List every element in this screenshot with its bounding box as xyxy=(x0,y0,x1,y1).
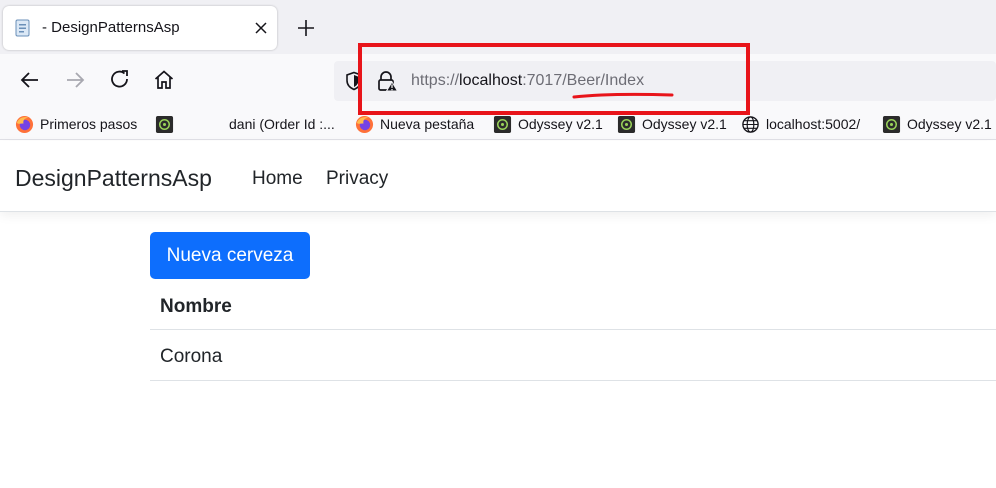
site-navbar: DesignPatternsAsp Home Privacy xyxy=(0,141,996,212)
bookmark-label: Odyssey v2.1 xyxy=(518,116,603,132)
site-brand[interactable]: DesignPatternsAsp xyxy=(15,165,212,192)
firefox-icon xyxy=(15,115,34,133)
home-icon[interactable] xyxy=(152,68,176,92)
globe-icon xyxy=(742,115,759,133)
odyssey-icon xyxy=(617,115,636,133)
bookmark-label: dani (Order Id :... xyxy=(229,116,335,132)
bookmark-label: localhost:5002/ xyxy=(766,116,861,132)
column-header-nombre: Nombre xyxy=(160,296,232,317)
annotation-box xyxy=(358,43,750,115)
bookmark-label: Primeros pasos xyxy=(40,116,138,132)
tab-title: - DesignPatternsAsp xyxy=(42,19,180,36)
firefox-icon xyxy=(355,115,374,133)
forward-arrow-icon[interactable] xyxy=(63,68,87,92)
odyssey-icon xyxy=(882,115,901,133)
new-tab-icon[interactable] xyxy=(294,16,318,40)
odyssey-icon xyxy=(493,115,512,133)
bookmark-label: Odyssey v2.1 xyxy=(642,116,727,132)
close-icon[interactable] xyxy=(252,19,270,37)
bookmark-item[interactable]: Nueva pestaña xyxy=(355,114,474,134)
bookmark-item[interactable]: localhost:5002/ xyxy=(741,114,860,134)
bookmark-item[interactable]: Primeros pasos xyxy=(15,114,137,134)
annotation-underline xyxy=(572,92,674,99)
table-cell: Corona xyxy=(160,346,223,367)
nav-link-privacy[interactable]: Privacy xyxy=(326,168,388,190)
nav-link-home[interactable]: Home xyxy=(252,168,303,190)
bookmark-item[interactable] xyxy=(155,114,174,134)
bookmark-item[interactable]: dani (Order Id :... xyxy=(229,114,335,134)
bookmark-label: Nueva pestaña xyxy=(380,116,475,132)
table-header: Nombre xyxy=(150,282,996,330)
page-icon xyxy=(15,19,30,37)
table-row: Corona xyxy=(150,330,996,381)
back-arrow-icon[interactable] xyxy=(18,68,42,92)
new-beer-button[interactable]: Nueva cerveza xyxy=(150,232,310,279)
odyssey-icon xyxy=(155,115,174,133)
bookmark-label: Odyssey v2.1 xyxy=(907,116,992,132)
browser-tab[interactable]: - DesignPatternsAsp xyxy=(3,6,277,50)
reload-icon[interactable] xyxy=(108,68,132,92)
bookmark-item[interactable]: Odyssey v2.1 xyxy=(882,114,992,134)
bookmark-item[interactable]: Odyssey v2.1 xyxy=(493,114,603,134)
bookmark-item[interactable]: Odyssey v2.1 xyxy=(617,114,727,134)
